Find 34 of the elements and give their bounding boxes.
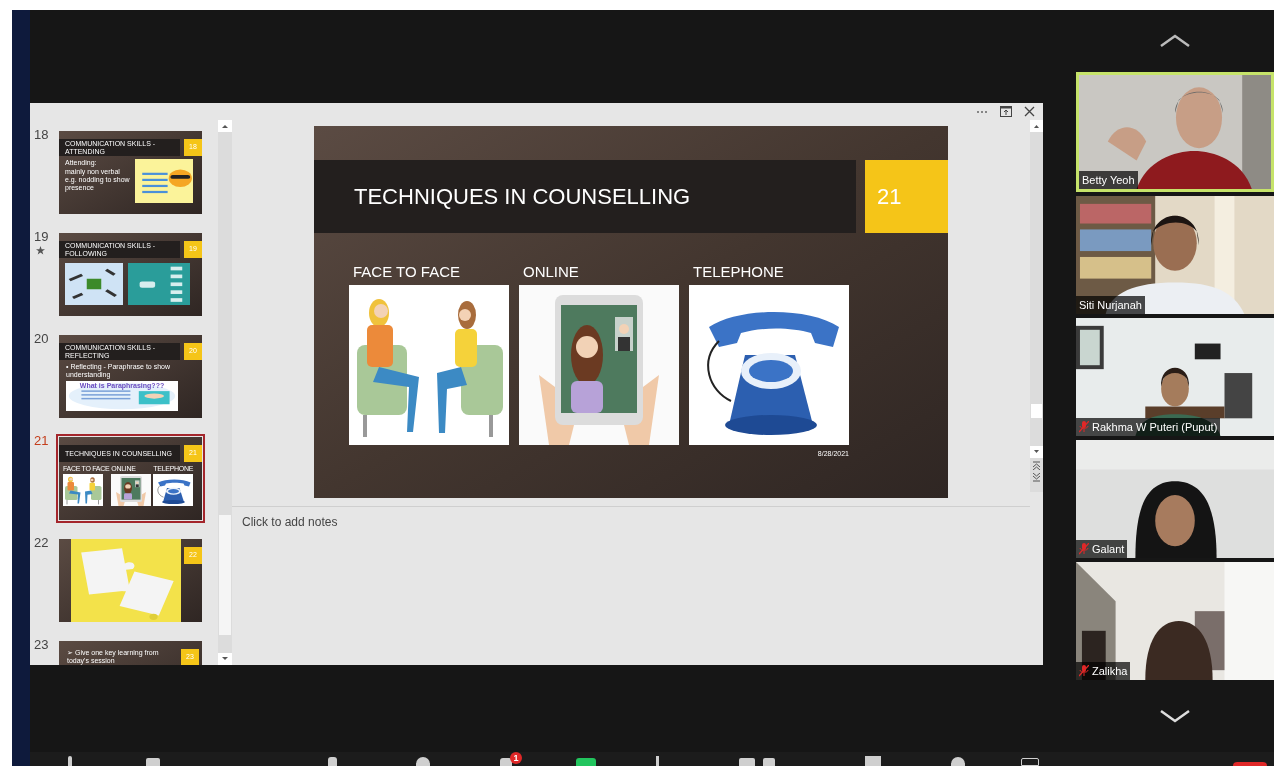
column-heading: FACE TO FACE xyxy=(352,262,461,282)
slide-number: 23 xyxy=(34,638,49,652)
scroll-down-icon[interactable] xyxy=(218,653,232,665)
end-button[interactable] xyxy=(1233,762,1267,766)
scrollbar[interactable] xyxy=(218,120,232,665)
slide-number-badge: 21 xyxy=(865,160,948,233)
scroll-thumb[interactable] xyxy=(219,515,231,635)
scroll-thumb[interactable] xyxy=(1031,404,1042,418)
chevron-down-icon[interactable] xyxy=(1159,709,1191,723)
slide-number: 19 xyxy=(34,230,49,244)
scroll-up-icon[interactable] xyxy=(1030,120,1043,132)
slide-title: TECHNIQUES IN COUNSELLING xyxy=(354,183,691,211)
previous-slide-icon[interactable] xyxy=(1032,461,1041,470)
participant-name: Galant xyxy=(1092,541,1125,557)
scroll-up-icon[interactable] xyxy=(218,120,232,132)
participant-name: Zalikha xyxy=(1092,663,1128,679)
slide-number: 22 xyxy=(34,536,49,550)
chevron-up-icon[interactable] xyxy=(1159,34,1191,48)
participant-name: Siti Nurjanah xyxy=(1079,297,1142,313)
slide-number: 20 xyxy=(34,332,49,346)
scroll-down-icon[interactable] xyxy=(1030,446,1043,458)
participant-name: Rakhma W Puteri (Puput) xyxy=(1092,419,1218,435)
next-slide-icon[interactable] xyxy=(1032,473,1041,482)
notes-field[interactable]: Click to add notes xyxy=(242,513,1002,643)
slide-number: 21 xyxy=(34,434,49,448)
scrollbar[interactable] xyxy=(1030,120,1043,492)
column-heading: ONLINE xyxy=(522,262,580,282)
notification-badge: 1 xyxy=(510,752,522,764)
close-icon[interactable] xyxy=(1024,106,1035,117)
slide-number: 18 xyxy=(34,128,49,142)
participant-name: Betty Yeoh xyxy=(1082,172,1135,188)
column-heading: TELEPHONE xyxy=(692,262,785,282)
restore-icon[interactable] xyxy=(1000,106,1012,117)
more-icon[interactable] xyxy=(976,109,988,114)
